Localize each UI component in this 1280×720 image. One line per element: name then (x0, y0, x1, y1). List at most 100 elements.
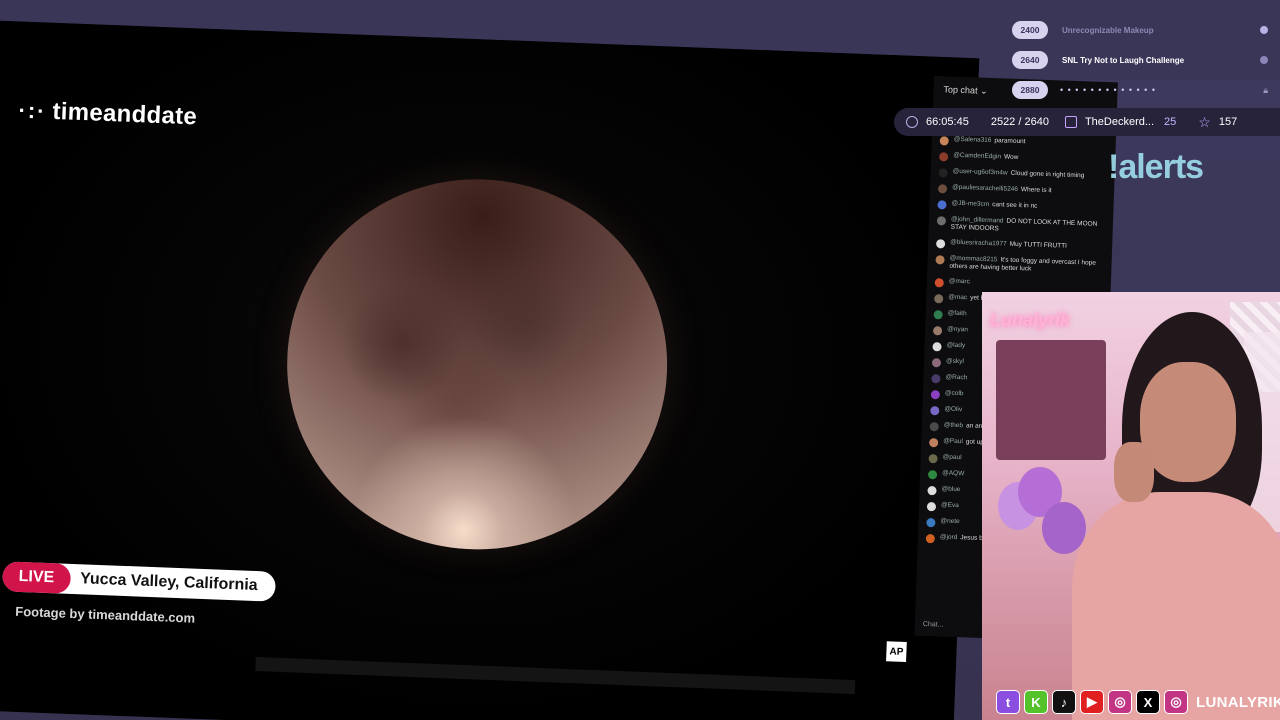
avatar[interactable] (932, 325, 943, 336)
avatar[interactable] (925, 533, 936, 544)
social-handles-bar: t K ♪ ▶ ◎ X ◎ LUNALYRIK (996, 690, 1280, 714)
chat-message-body: @user-ug6of3m4w Cloud gone in right timin… (953, 168, 1085, 181)
chat-message-body: @blue (941, 485, 963, 494)
chat-username[interactable]: @skyl (946, 357, 964, 365)
avatar[interactable] (931, 357, 942, 368)
chat-username[interactable]: @pauliesarachelli5246 (952, 184, 1018, 193)
goal-value: 2640 (1012, 51, 1048, 69)
chat-filter-label: Top chat (943, 84, 978, 96)
footage-credit: Footage by timeanddate.com (15, 603, 196, 626)
chat-username[interactable]: @nete (940, 517, 959, 525)
chat-username[interactable]: @JB-me3cm (951, 200, 989, 208)
avatar[interactable] (937, 184, 948, 194)
chat-message-body: @lady (946, 341, 968, 350)
goal-item: 2400 Unrecognizable Makeup (1012, 18, 1274, 42)
chat-username[interactable]: @Paul (943, 437, 963, 445)
chat-username[interactable]: @theb (944, 421, 963, 429)
chat-message-body: @pauliesarachelli5246 Where is it (952, 184, 1052, 196)
instagram-icon: ◎ (1108, 690, 1132, 714)
uptime-value: 66:05:45 (926, 116, 969, 128)
chat-message-body: @Rach (945, 373, 970, 382)
avatar[interactable] (934, 293, 944, 304)
chat-username[interactable]: @paul (943, 453, 962, 461)
chat-username[interactable]: @colb (945, 389, 964, 397)
twitch-icon: t (996, 690, 1020, 714)
clock-icon (906, 116, 918, 128)
goal-label: SNL Try Not to Laugh Challenge (1062, 55, 1185, 65)
alerts-command-text: !alerts (1108, 148, 1204, 186)
avatar[interactable] (935, 239, 946, 249)
chat-username[interactable]: @bluesriracha1977 (950, 239, 1007, 248)
chat-username[interactable]: @Rach (945, 373, 967, 381)
avatar[interactable] (933, 309, 943, 320)
chat-message-body: @marc (949, 277, 973, 286)
chat-username[interactable]: @lady (947, 341, 966, 349)
video-control-bar[interactable] (255, 657, 856, 695)
chat-message-body: @Oliv (944, 405, 965, 414)
chat-text: cant see it in nc (992, 201, 1038, 210)
chat-username[interactable]: @nyan (947, 325, 968, 333)
chat-username[interactable]: @user-ug6of3m4w (953, 168, 1008, 177)
video-player[interactable]: ·:· timeanddate LIVE Yucca Valley, Calif… (0, 20, 980, 720)
avatar[interactable] (931, 373, 941, 384)
chat-username[interactable]: @mommac8215 (950, 255, 998, 264)
x-icon: X (1136, 690, 1160, 714)
lock-icon: 🔒︎ (1263, 84, 1268, 95)
avatar[interactable] (926, 517, 936, 528)
chat-input[interactable]: Chat... (923, 621, 944, 629)
chat-username[interactable]: @Salena316 (954, 136, 992, 144)
chat-text: Wow (1003, 153, 1019, 161)
chat-username[interactable]: @Eva (941, 501, 959, 509)
avatar[interactable] (935, 255, 945, 265)
avatar[interactable] (929, 421, 939, 432)
avatar[interactable] (928, 453, 938, 464)
chat-username[interactable]: @CamdenEdgin (953, 152, 1001, 161)
avatar[interactable] (927, 485, 937, 496)
streamer-hand (1114, 442, 1154, 502)
avatar[interactable] (938, 168, 948, 178)
webcam-feed: Lunalyrik (982, 292, 1280, 720)
chat-message-body: @nyan (947, 325, 971, 334)
chat-username[interactable]: @jord (940, 533, 958, 541)
avatar[interactable] (927, 469, 938, 480)
avatar[interactable] (930, 389, 941, 400)
goal-progress-dots: • • • • • • • • • • • • • (1060, 85, 1156, 95)
avatar[interactable] (930, 405, 940, 416)
chat-text: Muy TUTTI FRUTTI (1009, 240, 1068, 250)
avatar[interactable] (939, 152, 949, 162)
chat-message-body: @Salena316 paramount (954, 136, 1026, 147)
chat-message-body: @paul (943, 453, 965, 462)
kick-icon: K (1024, 690, 1048, 714)
avatar[interactable] (934, 277, 944, 288)
avatar[interactable] (937, 200, 947, 210)
social-handle: LUNALYRIK (1196, 693, 1280, 711)
chat-message-body: @mommac8215 It's too foggy and overcast I… (949, 255, 1103, 277)
gift-icon (1064, 116, 1077, 128)
timeanddate-logo: ·:· timeanddate (18, 97, 198, 132)
chat-username[interactable]: @AQW (942, 469, 964, 477)
ap-badge: AP (886, 641, 907, 663)
avatar[interactable] (936, 216, 947, 226)
chat-text: paramount (994, 137, 1026, 146)
chat-username[interactable]: @marc (949, 277, 970, 285)
chat-username[interactable]: @john_dillermand (951, 216, 1004, 225)
goal-item: 2880 • • • • • • • • • • • • • 🔒︎ (1012, 78, 1274, 102)
goal-value: 2880 (1012, 81, 1048, 99)
chat-message-body: @Eva (941, 501, 962, 510)
avatar[interactable] (926, 501, 937, 512)
stream-scene: ·:· timeanddate LIVE Yucca Valley, Calif… (0, 0, 1280, 720)
avatar[interactable] (939, 136, 949, 146)
chat-username[interactable]: @blue (941, 485, 960, 493)
chevron-down-icon: ⌄ (977, 85, 988, 96)
goal-status-dot (1260, 26, 1268, 34)
star-count: 157 (1218, 116, 1238, 128)
streamer-body (1072, 492, 1280, 720)
avatar[interactable] (932, 341, 942, 352)
top-gifter-count: 25 (1164, 116, 1177, 128)
chat-username[interactable]: @mac (948, 293, 967, 301)
goal-value: 2400 (1012, 21, 1048, 39)
chat-username[interactable]: @faith (948, 309, 967, 317)
avatar[interactable] (929, 437, 939, 448)
chat-username[interactable]: @Oliv (944, 405, 962, 413)
video-frame: ·:· timeanddate LIVE Yucca Valley, Calif… (0, 20, 980, 720)
